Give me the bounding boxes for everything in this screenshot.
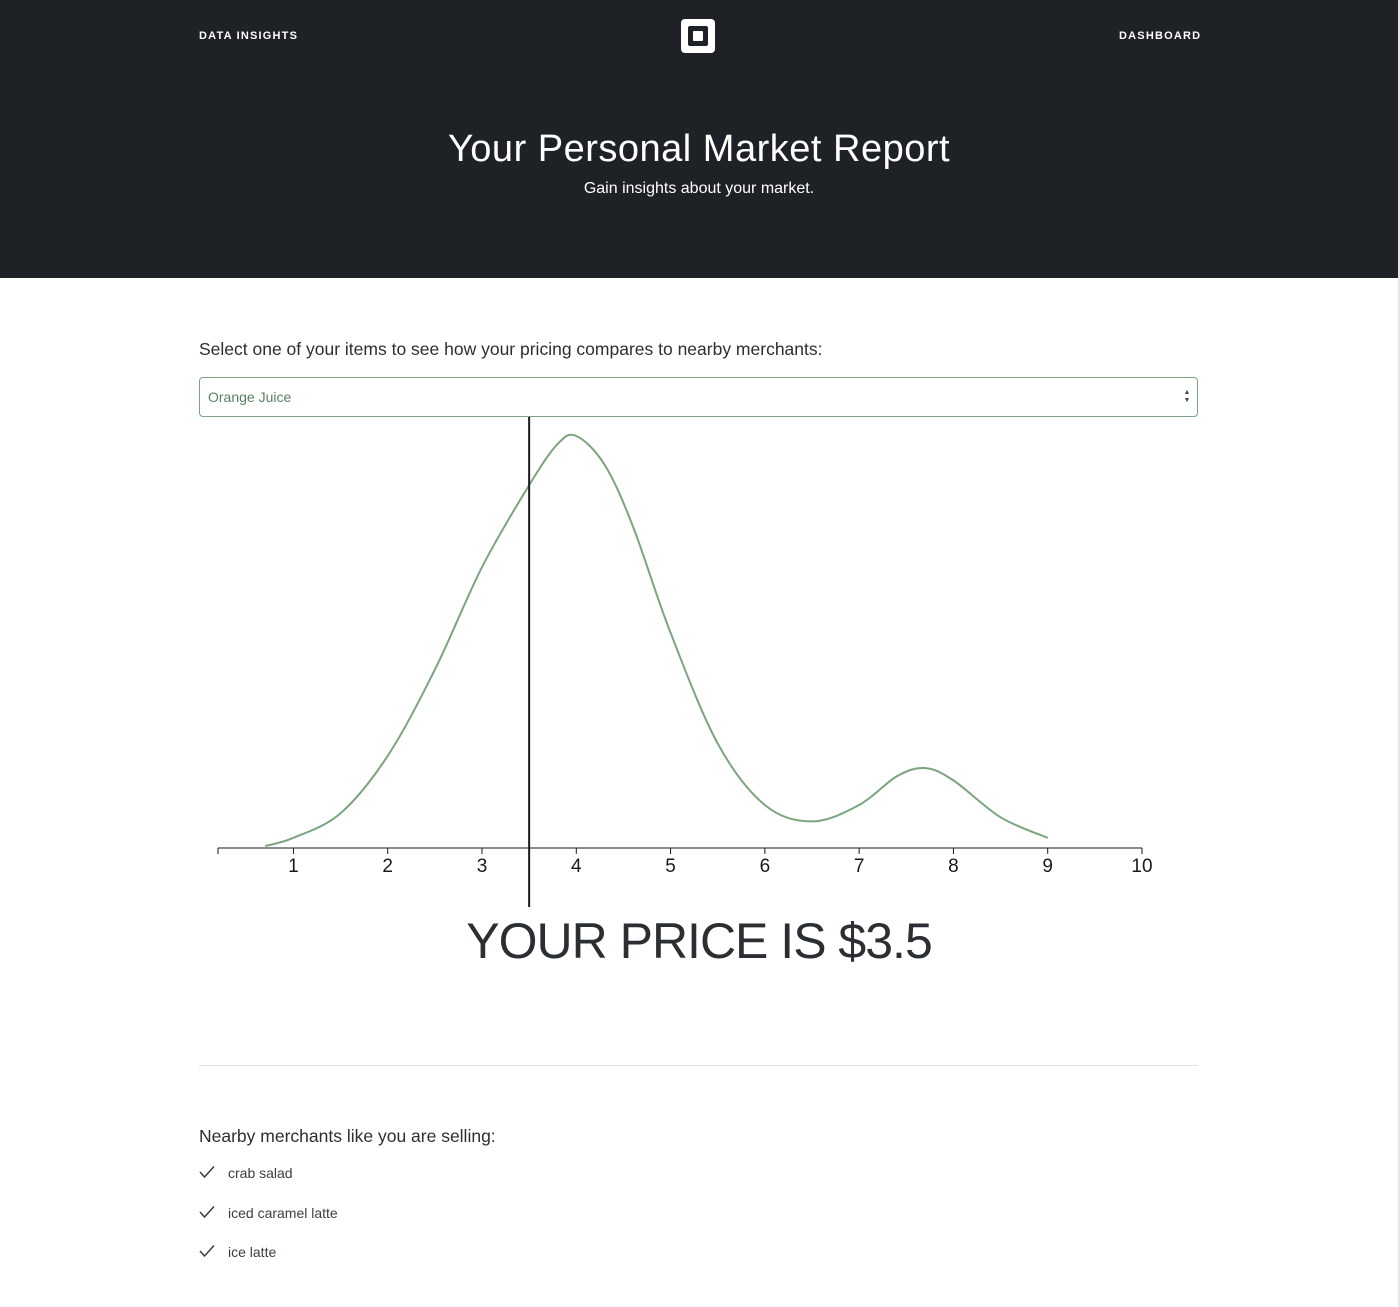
merchant-item-label: iced caramel latte: [228, 1204, 338, 1221]
x-tick-label: 9: [1042, 856, 1053, 877]
checkmark-icon: [199, 1165, 215, 1179]
section-divider: [199, 1065, 1198, 1066]
x-tick-label: 7: [854, 856, 865, 877]
square-logo-icon[interactable]: [681, 19, 715, 53]
select-arrows-icon: ▲ ▼: [1183, 389, 1191, 404]
x-tick-label: 6: [760, 856, 771, 877]
your-price-label: YOUR PRICE IS $3.5: [466, 913, 933, 969]
checkmark-icon: [199, 1244, 215, 1258]
item-select-value: Orange Juice: [208, 389, 292, 405]
page-subtitle: Gain insights about your market.: [583, 180, 815, 197]
merchant-item-label: crab salad: [228, 1165, 293, 1181]
item-select-prompt: Select one of your items to see how your…: [199, 339, 823, 359]
x-tick-label: 1: [288, 856, 299, 877]
merchant-item-label: ice latte: [228, 1244, 277, 1260]
distribution-curve: [264, 433, 1049, 847]
x-tick-label: 5: [665, 856, 676, 877]
x-tick-label: 10: [1131, 856, 1152, 877]
nearby-merchants-heading: Nearby merchants like you are selling:: [199, 1126, 496, 1146]
nav-link-dashboard[interactable]: DASHBOARD: [1119, 30, 1201, 42]
x-tick-label: 2: [382, 856, 393, 877]
x-tick-label: 4: [571, 856, 582, 877]
nav-link-data-insights[interactable]: DATA INSIGHTS: [199, 30, 298, 42]
checkmark-icon: [199, 1205, 215, 1218]
x-tick-label: 8: [948, 856, 959, 877]
hero-header: DATA INSIGHTS DASHBOARD Your Personal Ma…: [0, 0, 1398, 278]
page-title: Your Personal Market Report: [447, 128, 951, 170]
price-distribution-chart: 1 2 3 4 5 6 7 8 9 10: [217, 417, 1153, 907]
x-tick-label: 3: [477, 856, 488, 877]
